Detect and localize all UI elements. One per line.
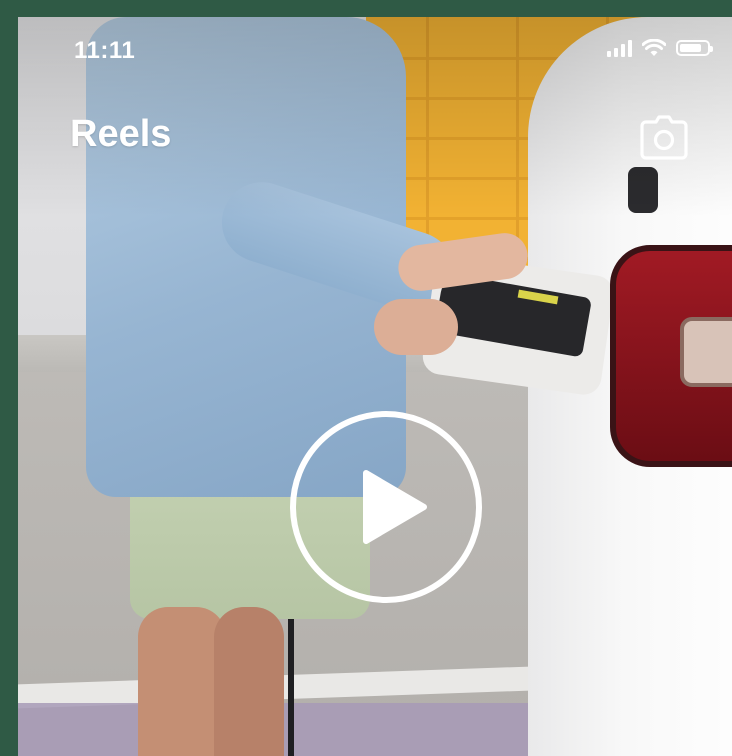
reels-screen: 11:11 Reels bbox=[18, 17, 732, 756]
battery-icon bbox=[676, 40, 713, 56]
play-button[interactable] bbox=[288, 409, 484, 605]
camera-button[interactable] bbox=[636, 109, 692, 165]
person-leg bbox=[214, 607, 284, 756]
cellular-signal-icon bbox=[607, 39, 632, 57]
person-hand bbox=[374, 299, 458, 355]
wifi-icon bbox=[642, 39, 666, 56]
battery-level bbox=[680, 44, 701, 52]
status-icons bbox=[607, 39, 713, 57]
camera-icon bbox=[640, 115, 688, 160]
status-time: 11:11 bbox=[74, 37, 136, 64]
person-leg bbox=[138, 607, 226, 756]
page-title: Reels bbox=[70, 113, 172, 155]
play-icon bbox=[290, 411, 482, 603]
taillight-lens bbox=[680, 317, 732, 387]
status-bar: 11:11 bbox=[18, 17, 732, 77]
